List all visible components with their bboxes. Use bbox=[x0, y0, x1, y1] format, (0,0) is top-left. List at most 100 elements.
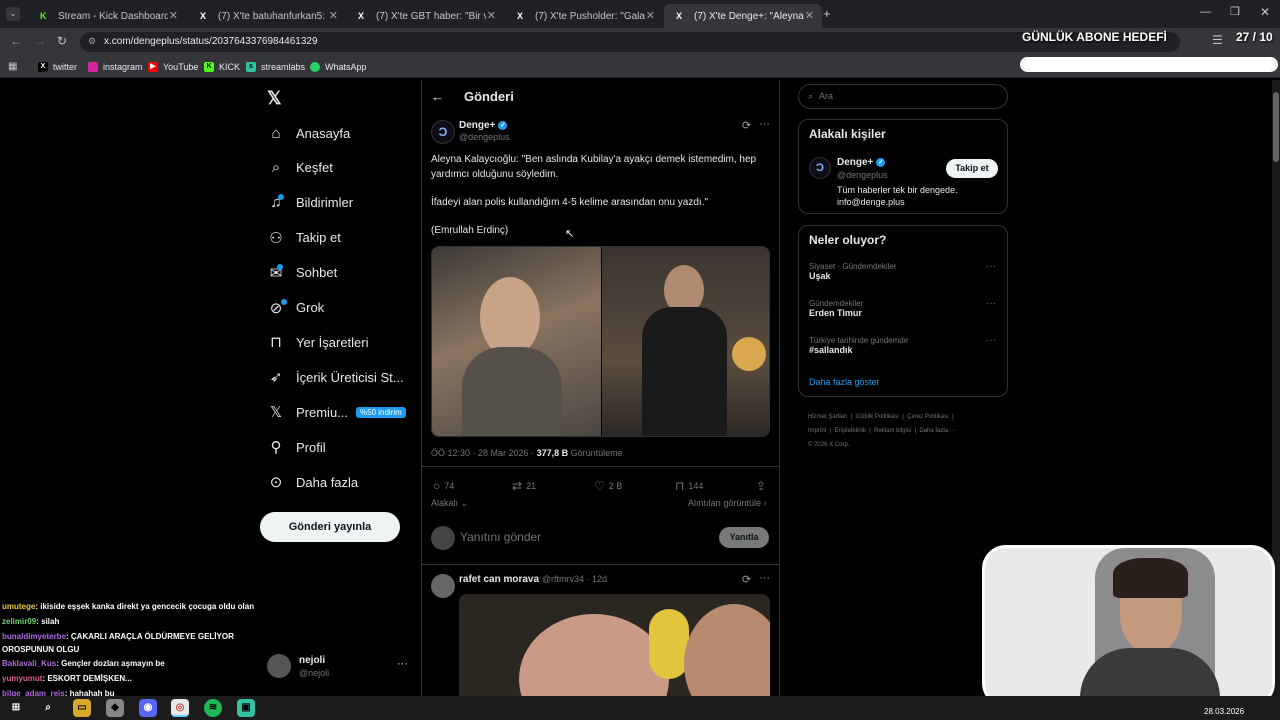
close-tab-icon[interactable]: ✕ bbox=[805, 9, 814, 22]
sidebar-item-premiu[interactable]: 𝕏 Premiu... %50 indirim bbox=[266, 400, 406, 424]
more-icon[interactable]: ··· bbox=[759, 118, 770, 130]
chat-text: : Gençler dozları aşmayın be bbox=[56, 659, 165, 668]
trend-item[interactable]: Türkiye tarihinde gündemde #sallandık bbox=[809, 336, 908, 355]
post-image-left[interactable] bbox=[432, 247, 601, 436]
sidebar-item-daha-fazla[interactable]: ⊙ Daha fazla bbox=[266, 470, 358, 494]
trend-item[interactable]: Siyaset · Gündemdekiler Uşak bbox=[809, 262, 897, 281]
sidebar-item-i-çerik-üreticisi-st[interactable]: ➶ İçerik Üreticisi St... bbox=[266, 365, 404, 389]
repost-icon: ⇄ bbox=[512, 479, 523, 493]
more-icon[interactable]: ··· bbox=[759, 572, 770, 584]
author-handle: @dengeplus bbox=[459, 132, 510, 142]
reload-icon[interactable]: ↻ bbox=[57, 34, 67, 48]
chat-username: Baklavali_Kus bbox=[2, 659, 57, 668]
bookmark-streamlabs[interactable]: s streamlabs bbox=[246, 60, 305, 74]
like-action[interactable]: ♡ 2 B bbox=[594, 479, 622, 493]
trend-more-icon[interactable]: ··· bbox=[986, 298, 996, 309]
show-more-link[interactable]: Daha fazla göster bbox=[809, 377, 880, 387]
forward-icon[interactable]: → bbox=[34, 34, 46, 48]
reply-input[interactable]: Yanıtını gönder bbox=[460, 530, 541, 544]
close-tab-icon[interactable]: ✕ bbox=[487, 9, 496, 22]
trends-title: Neler oluyor? bbox=[809, 233, 887, 247]
avatar[interactable] bbox=[431, 574, 455, 598]
new-tab-button[interactable]: + bbox=[823, 6, 831, 21]
minimize-button[interactable]: — bbox=[1200, 6, 1211, 18]
avatar[interactable] bbox=[267, 654, 291, 678]
site-info-icon[interactable]: ⚙ bbox=[88, 36, 96, 47]
sort-dropdown[interactable]: Alakalı ⌄ bbox=[431, 498, 468, 509]
avatar bbox=[431, 526, 455, 550]
close-tab-icon[interactable]: ✕ bbox=[169, 9, 178, 22]
streamlabs-icon: s bbox=[246, 62, 256, 72]
footer-links: Hizmet Şartları | Gizlilik Politikası | … bbox=[808, 414, 956, 448]
follow-button[interactable]: Takip et bbox=[946, 159, 998, 178]
author-avatar[interactable]: Ͻ bbox=[431, 120, 455, 144]
browser-tab[interactable]: X (7) X'te Pusholder: "Galatasaray✕ bbox=[505, 4, 663, 28]
view-quotes-link[interactable]: Alıntıları görüntüle › bbox=[688, 498, 767, 508]
trend-item[interactable]: Gündemdekiler Erden Timur bbox=[809, 299, 863, 318]
bookmark-icon: ⊓ bbox=[270, 334, 282, 352]
bookmark-youtube[interactable]: ▶ YouTube bbox=[148, 60, 198, 74]
x-logo-icon[interactable]: 𝕏 bbox=[267, 88, 282, 109]
grok-icon[interactable]: ⟳ bbox=[742, 573, 751, 586]
bookmark-action[interactable]: ⊓ 144 bbox=[675, 479, 703, 493]
scrollbar-thumb[interactable] bbox=[1273, 92, 1279, 162]
file-explorer-icon[interactable]: ▭ bbox=[73, 699, 91, 717]
grok-icon[interactable]: ⟳ bbox=[742, 119, 751, 132]
x-icon: X bbox=[676, 11, 683, 21]
bookmark-twitter[interactable]: Xtwitter bbox=[38, 60, 77, 74]
close-window-button[interactable]: ✕ bbox=[1260, 5, 1270, 19]
start-icon[interactable]: ⊞ bbox=[7, 699, 25, 717]
trend-more-icon[interactable]: ··· bbox=[986, 261, 996, 272]
sidebar-item-takip-et[interactable]: ⚇ Takip et bbox=[266, 226, 341, 250]
x-icon: X bbox=[517, 11, 524, 21]
chrome-icon[interactable]: ◎ bbox=[171, 699, 189, 717]
bookmark-instagram[interactable]: instagram bbox=[88, 60, 143, 74]
spotify-icon[interactable]: ≋ bbox=[204, 699, 222, 717]
reply-media[interactable] bbox=[459, 594, 770, 696]
mouse-cursor: ↖ bbox=[565, 228, 575, 240]
bookmark-kick[interactable]: K KICK bbox=[204, 60, 240, 74]
author-name-row[interactable]: Denge+ ✓ bbox=[459, 120, 508, 131]
close-tab-icon[interactable]: ✕ bbox=[329, 9, 338, 22]
sidebar-item-anasayfa[interactable]: ⌂ Anasayfa bbox=[266, 121, 350, 145]
sidebar-item-yer-i-şaretleri[interactable]: ⊓ Yer İşaretleri bbox=[266, 330, 368, 354]
back-icon[interactable]: ← bbox=[10, 34, 22, 48]
person-name-row[interactable]: Denge+ ✓ bbox=[837, 157, 886, 168]
streamlabs-icon[interactable]: ▣ bbox=[237, 699, 255, 717]
maximize-button[interactable]: ❐ bbox=[1230, 5, 1240, 18]
tab-list-icon[interactable]: ☰ bbox=[1212, 33, 1223, 47]
sidebar-item-keşfet[interactable]: ⌕ Keşfet bbox=[266, 156, 333, 180]
chat-username: bunaldimyeterbe bbox=[2, 632, 67, 641]
search-icon[interactable]: ⌕ bbox=[39, 699, 57, 717]
close-tab-icon[interactable]: ✕ bbox=[646, 9, 655, 22]
sidebar-item-grok[interactable]: ⊘ Grok bbox=[266, 296, 324, 320]
browser-tab[interactable]: X (7) X'te Denge+: "Aleyna Kalayc✕ bbox=[664, 4, 822, 28]
search-input[interactable]: Ara bbox=[798, 84, 1008, 109]
reply-button[interactable]: Yanıtla bbox=[719, 527, 769, 548]
apps-grid-icon[interactable]: ▦ bbox=[8, 61, 17, 72]
repost-action[interactable]: ⇄ 21 bbox=[512, 479, 536, 493]
sidebar-item-profil[interactable]: ⚲ Profil bbox=[266, 435, 326, 459]
url-input[interactable]: x.com/dengeplus/status/20376433769844613… bbox=[80, 32, 1180, 52]
bookmark-whatsapp[interactable]: WhatsApp bbox=[310, 60, 367, 74]
reply-author[interactable]: rafet can morava @rftmrv34 · 12d bbox=[459, 574, 607, 585]
trend-more-icon[interactable]: ··· bbox=[986, 335, 996, 346]
reply-action[interactable]: ○ 74 bbox=[433, 479, 454, 493]
app-icon[interactable]: ◆ bbox=[106, 699, 124, 717]
account-menu-icon[interactable]: ··· bbox=[397, 658, 408, 670]
post-button[interactable]: Gönderi yayınla bbox=[260, 512, 400, 542]
browser-tab[interactable]: X (7) X'te GBT haber: "Bir vatanda✕ bbox=[346, 4, 504, 28]
relevant-title: Alakalı kişiler bbox=[809, 127, 886, 141]
tab-search-button[interactable]: ⌄ bbox=[6, 7, 20, 21]
discord-icon[interactable]: ◉ bbox=[139, 699, 157, 717]
back-arrow-icon[interactable]: ← bbox=[431, 89, 444, 104]
chat-text: : ESKORT DEMİŞKEN... bbox=[42, 674, 132, 683]
divider bbox=[779, 80, 780, 700]
browser-tab[interactable]: X (7) X'te batuhanfurkan5: "telefo✕ bbox=[188, 4, 346, 28]
post-image-right[interactable] bbox=[602, 247, 769, 436]
post-media[interactable] bbox=[431, 246, 770, 437]
author-avatar[interactable]: Ͻ bbox=[809, 157, 831, 179]
divider bbox=[421, 466, 779, 467]
browser-tab[interactable]: K Stream - Kick Dashboard ✕ bbox=[28, 4, 186, 28]
share-icon[interactable]: ⇪ bbox=[756, 479, 770, 493]
